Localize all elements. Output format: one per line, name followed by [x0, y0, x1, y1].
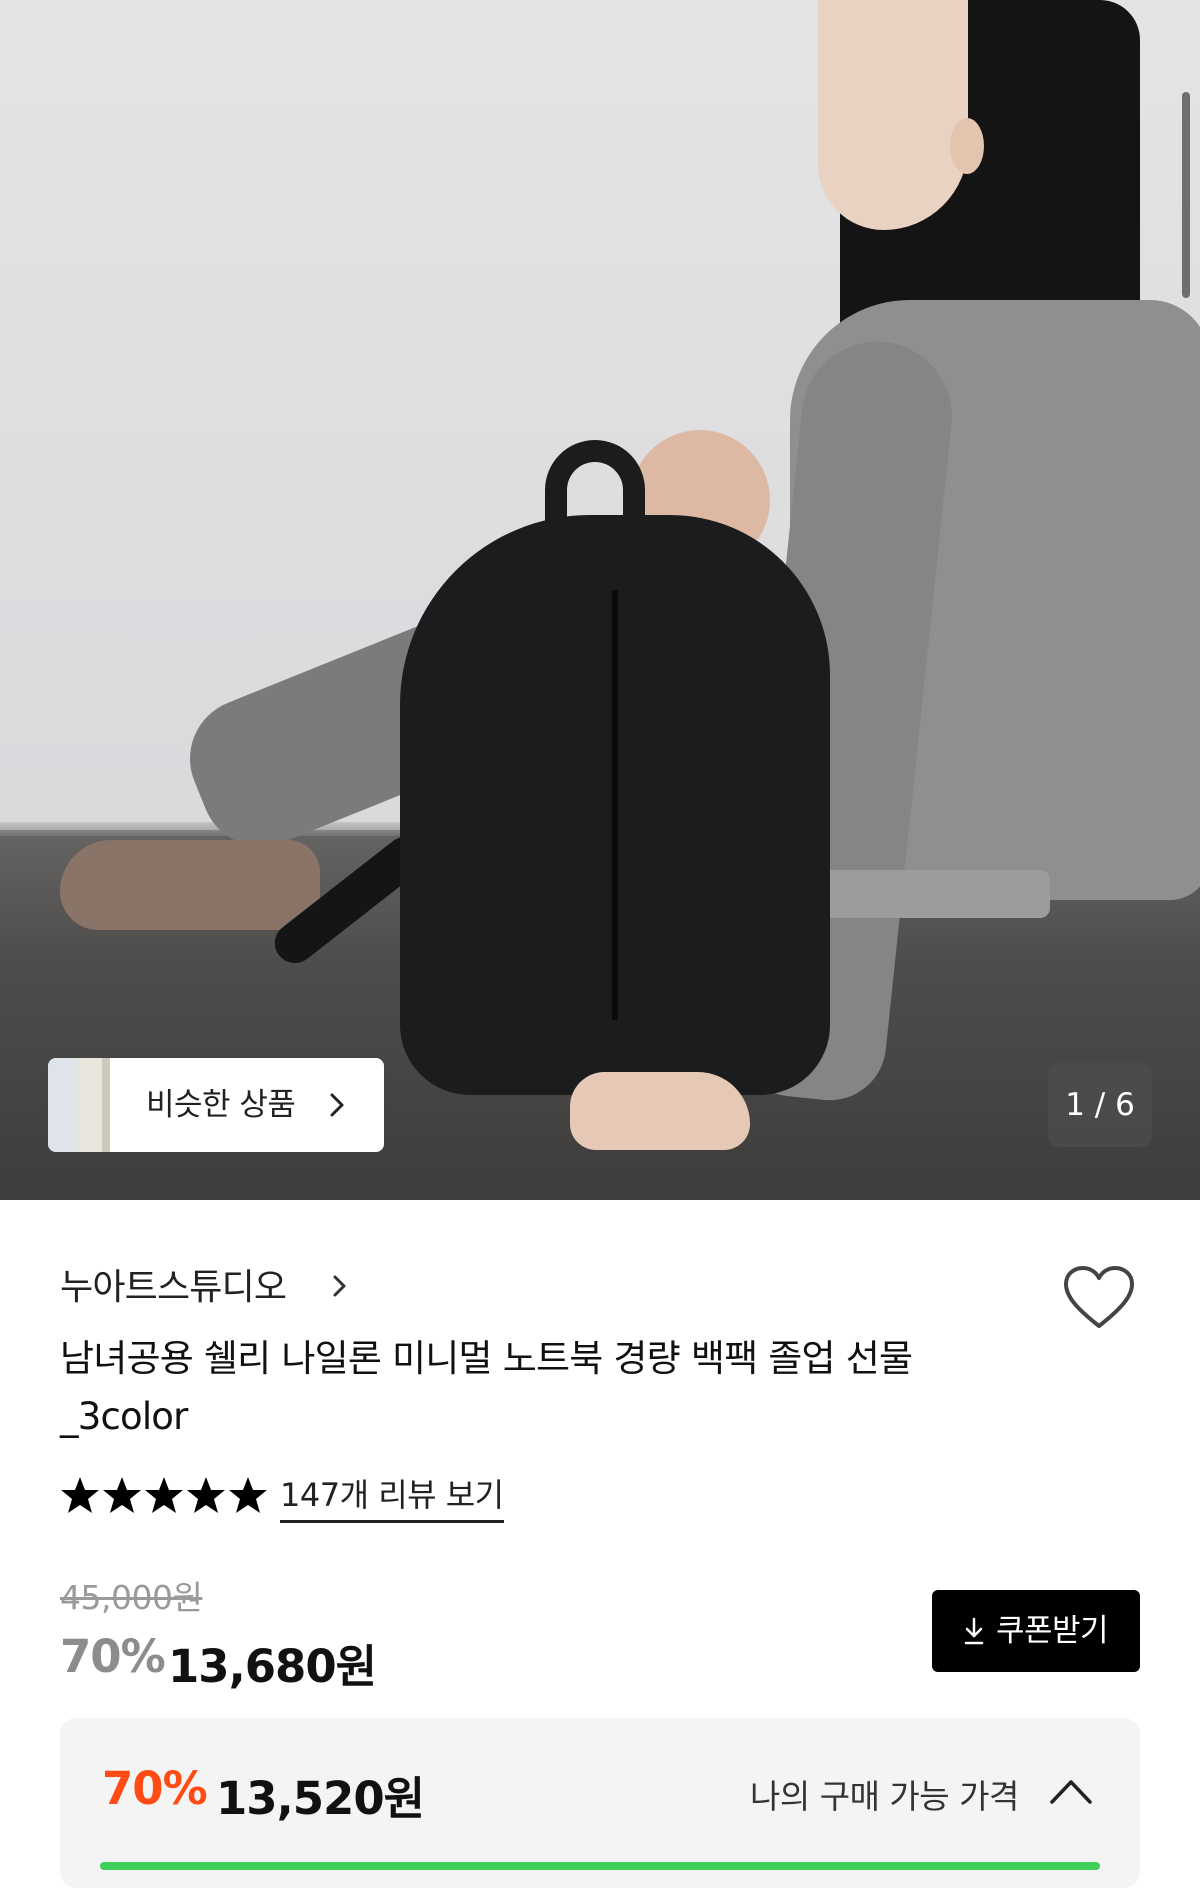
product-image[interactable]: 비슷한 상품 1 / 6 [0, 0, 1200, 1200]
reviews-link[interactable]: 147개 리뷰 보기 [280, 1470, 504, 1523]
image-sweater-hem [800, 870, 1050, 918]
similar-products-button[interactable]: 비슷한 상품 [48, 1058, 384, 1152]
coupon-download-label: 쿠폰받기 [996, 1613, 1109, 1649]
original-price: 45,000원 [60, 1578, 203, 1617]
chevron-up-icon[interactable] [1048, 1776, 1094, 1806]
star-icon [187, 1477, 225, 1513]
similar-products-thumbnails [48, 1058, 110, 1152]
my-price-amount: 13,520원 [216, 1772, 425, 1825]
star-icon [61, 1477, 99, 1513]
download-icon [964, 1617, 984, 1645]
star-icon [229, 1477, 267, 1513]
similar-thumb-1 [48, 1058, 78, 1152]
coupon-download-button[interactable]: 쿠폰받기 [932, 1590, 1140, 1672]
chevron-right-icon [333, 1275, 346, 1297]
my-price-panel[interactable]: 70% 13,520원 나의 구매 가능 가격 [60, 1718, 1140, 1888]
image-counter: 1 / 6 [1048, 1063, 1152, 1147]
star-icon [103, 1477, 141, 1513]
page-scrollbar[interactable] [1182, 92, 1190, 298]
image-ear [950, 118, 984, 174]
similar-thumb-3 [102, 1058, 110, 1152]
discount-rate: 70% [60, 1630, 166, 1683]
similar-products-label: 비슷한 상품 [146, 1087, 296, 1123]
my-price-progress-bar [100, 1862, 1100, 1870]
heart-icon[interactable] [1062, 1264, 1136, 1330]
image-face [818, 0, 968, 230]
my-price-discount: 70% [102, 1762, 208, 1815]
star-icon [145, 1477, 183, 1513]
image-shoe [60, 840, 320, 930]
brand-link[interactable]: 누아트스튜디오 [60, 1258, 287, 1310]
image-hand [570, 1072, 750, 1150]
my-price-label: 나의 구매 가능 가격 [750, 1777, 1019, 1816]
product-title: 남녀공용 쉘리 나일론 미니멀 노트북 경량 백팩 졸업 선물 _3color [60, 1337, 913, 1438]
chevron-right-icon [330, 1093, 344, 1117]
image-bag-zipper [612, 590, 618, 1020]
rating-stars [60, 1475, 268, 1521]
sale-price: 13,680원 [168, 1640, 377, 1693]
